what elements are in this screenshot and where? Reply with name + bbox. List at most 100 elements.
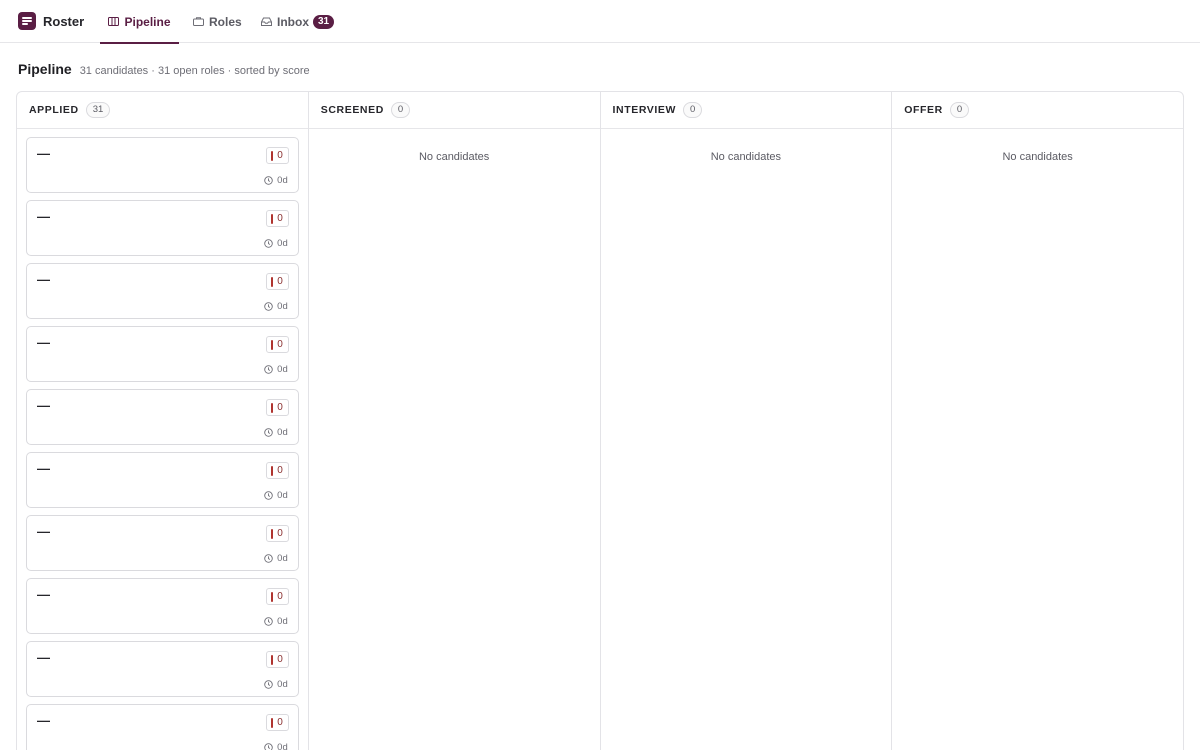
score-bar-icon [271,339,274,350]
age-indicator: 0d [264,553,288,564]
score-badge: 0 [266,651,289,668]
tab-roles-label: Roles [209,14,242,29]
column-screened: SCREENED 0 No candidates [308,92,601,750]
page-subtitle: 31 candidates · 31 open roles · sorted b… [79,65,310,77]
column-interview: INTERVIEW 0 No candidates [600,92,893,750]
candidate-name: — [37,713,50,728]
tab-roles[interactable]: Roles [193,0,242,43]
age-value: 0d [277,679,288,690]
score-bar-icon [271,591,274,602]
column-title: OFFER [904,104,943,116]
age-value: 0d [277,616,288,627]
column-header: INTERVIEW 0 [600,92,892,129]
page-header: Pipeline 31 candidates · 31 open roles ·… [18,61,310,77]
age-indicator: 0d [264,679,288,690]
column-count-badge: 0 [390,102,411,118]
score-badge: 0 [266,462,289,479]
age-value: 0d [277,490,288,501]
briefcase-icon [193,16,204,27]
candidate-card[interactable]: — 0 0d [26,389,299,445]
tab-inbox-label: Inbox [277,14,309,29]
top-nav: Roster Pipeline Roles Inbox 31 [0,0,1200,44]
clock-icon [264,176,273,185]
score-bar-icon [271,402,274,413]
candidate-name: — [37,398,50,413]
score-badge: 0 [266,525,289,542]
age-value: 0d [277,238,288,249]
score-badge: 0 [266,399,289,416]
score-badge: 0 [266,273,289,290]
clock-icon [264,239,273,248]
pipeline-board: APPLIED 31 —0 0d —0 0d —0 0d —0 0d —0 0d —0 0d —0 0d —… [16,91,1184,750]
score-value: 0 [277,591,283,602]
page-title: Pipeline [18,61,72,77]
brand-name: Roster [43,13,85,29]
score-value: 0 [277,339,283,350]
column-count-badge: 0 [949,102,970,118]
score-bar-icon [271,150,274,161]
clock-icon [264,554,273,563]
score-badge: 0 [266,714,289,731]
candidate-card[interactable]: — 0 0d [26,578,299,634]
candidate-card[interactable]: — 0 0d [26,452,299,508]
score-bar-icon [271,276,274,287]
age-indicator: 0d [264,427,288,438]
candidate-card[interactable]: — 0 0d [26,326,299,382]
candidate-card[interactable]: — 0 0d [26,137,299,193]
candidate-card[interactable]: — 0 0d [26,641,299,697]
column-title: APPLIED [29,104,79,116]
column-applied: APPLIED 31 —0 0d —0 0d —0 0d —0 0d —0 0d —0 0d —0 0d —… [17,92,309,750]
tab-inbox[interactable]: Inbox 31 [261,0,335,43]
candidate-card[interactable]: — 0 0d [26,263,299,319]
age-indicator: 0d [264,490,288,501]
inbox-icon [261,16,272,27]
score-bar-icon [271,213,274,224]
tab-pipeline-label: Pipeline [124,14,171,29]
column-title: INTERVIEW [612,104,677,116]
empty-state: No candidates [710,151,782,163]
age-value: 0d [277,364,288,375]
age-indicator: 0d [264,301,288,312]
age-value: 0d [277,427,288,438]
candidate-name: — [37,335,50,350]
candidate-name: — [37,146,50,161]
age-value: 0d [277,301,288,312]
age-value: 0d [277,553,288,564]
column-header: OFFER 0 [892,92,1183,129]
score-value: 0 [277,717,283,728]
clock-icon [264,365,273,374]
score-value: 0 [277,213,283,224]
candidate-name: — [37,524,50,539]
candidate-name: — [37,587,50,602]
score-badge: 0 [266,210,289,227]
score-value: 0 [277,654,283,665]
candidate-card[interactable]: — 0 0d [26,704,299,750]
columns-icon [108,16,120,27]
candidate-card[interactable]: — 0 0d [26,515,299,571]
score-bar-icon [271,528,274,539]
clock-icon [264,617,273,626]
age-indicator: 0d [264,175,288,186]
column-offer: OFFER 0 No candidates [892,92,1183,750]
roster-logo-icon [18,12,36,30]
score-value: 0 [277,465,283,476]
clock-icon [264,302,273,311]
brand[interactable]: Roster [18,12,84,30]
age-indicator: 0d [264,742,288,750]
candidate-card[interactable]: — 0 0d [26,200,299,256]
score-value: 0 [277,150,283,161]
score-bar-icon [271,654,274,665]
column-count-badge: 31 [85,102,111,118]
candidate-name: — [37,461,50,476]
tab-pipeline[interactable]: Pipeline [100,0,179,44]
clock-icon [264,491,273,500]
empty-state: No candidates [1002,151,1073,163]
clock-icon [264,680,273,689]
empty-state: No candidates [418,151,490,163]
candidate-name: — [37,272,50,287]
candidate-name: — [37,650,50,665]
candidate-name: — [37,209,50,224]
score-bar-icon [271,717,274,728]
inbox-count-badge: 31 [313,14,335,29]
column-title: SCREENED [320,104,384,116]
